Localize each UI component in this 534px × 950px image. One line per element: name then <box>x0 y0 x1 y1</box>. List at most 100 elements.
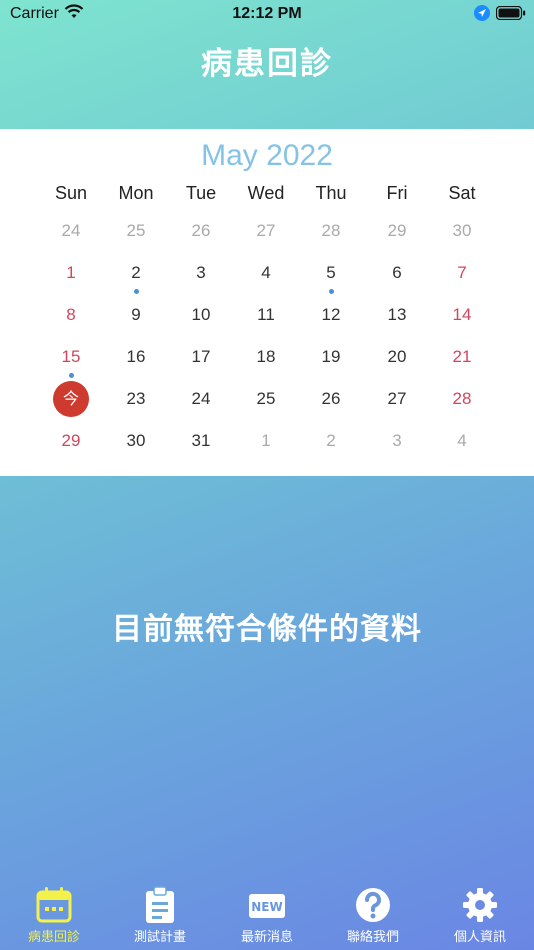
day-number: 30 <box>452 221 472 240</box>
day-number: 8 <box>66 305 76 324</box>
calendar-day[interactable]: 30 <box>442 213 482 249</box>
calendar-day[interactable]: 7 <box>442 255 482 291</box>
calendar-day[interactable]: 15 <box>51 339 91 378</box>
calendar-day[interactable]: 29 <box>377 213 417 249</box>
calendar-day[interactable]: 24 <box>181 381 221 417</box>
day-number: 20 <box>387 347 407 366</box>
calendar: May 2022 Sun Mon Tue Wed Thu Fri Sat 24 25 26 27 2… <box>0 129 534 476</box>
calendar-day[interactable]: 14 <box>442 297 482 333</box>
calendar-day[interactable]: 1 <box>51 255 91 291</box>
day-number: 23 <box>126 389 146 408</box>
calendar-day[interactable]: 26 <box>181 213 221 249</box>
day-number: 26 <box>191 221 211 240</box>
calendar-day[interactable]: 19 <box>311 339 351 375</box>
calendar-icon <box>14 886 94 924</box>
day-number: 29 <box>387 221 407 240</box>
calendar-day[interactable]: 28 <box>442 381 482 417</box>
month-title[interactable]: May 2022 <box>0 139 534 173</box>
calendar-day[interactable]: 5 <box>311 255 351 294</box>
calendar-day[interactable]: 2 <box>116 255 156 294</box>
weekday-label: Sat <box>448 183 476 203</box>
day-number: 24 <box>61 221 81 240</box>
tab-label: 最新消息 <box>240 930 293 945</box>
calendar-day[interactable]: 16 <box>116 339 156 375</box>
day-number: 17 <box>191 347 211 366</box>
event-dot <box>329 289 334 294</box>
tab-latest-news[interactable]: NEW 最新消息 <box>227 886 307 945</box>
day-number: 12 <box>321 305 341 324</box>
day-number: 7 <box>457 263 467 282</box>
day-number: 11 <box>257 305 275 324</box>
tab-contact-us[interactable]: 聯絡我們 <box>333 886 413 945</box>
calendar-day[interactable]: 29 <box>51 423 91 459</box>
calendar-day[interactable]: 24 <box>51 213 91 249</box>
tab-test-plan[interactable]: 測試計畫 <box>120 886 200 945</box>
calendar-day[interactable]: 11 <box>246 297 286 333</box>
calendar-day[interactable]: 23 <box>116 381 156 417</box>
weekday-label: Tue <box>185 183 217 203</box>
day-number: 1 <box>261 431 271 450</box>
day-number: 26 <box>321 389 341 408</box>
calendar-day[interactable]: 27 <box>246 213 286 249</box>
tab-patient-followup[interactable]: 病患回診 <box>14 886 94 945</box>
day-number: 6 <box>392 263 402 282</box>
calendar-day[interactable]: 26 <box>311 381 351 417</box>
calendar-day[interactable]: 8 <box>51 297 91 333</box>
day-number: 18 <box>256 347 276 366</box>
day-number: 27 <box>387 389 407 408</box>
page-title: 病患回診 <box>201 46 333 82</box>
calendar-day[interactable]: 31 <box>181 423 221 459</box>
calendar-day[interactable]: 28 <box>311 213 351 249</box>
tab-personal-info[interactable]: 個人資訊 <box>440 886 520 945</box>
clock: 12:12 PM <box>232 5 302 22</box>
tab-bar: 病患回診 測試計畫 NEW 最新消息 聯絡我們 個人資訊 <box>0 886 534 950</box>
day-number: 25 <box>126 221 146 240</box>
day-number: 10 <box>191 305 211 324</box>
calendar-day[interactable]: 17 <box>181 339 221 375</box>
calendar-day[interactable]: 4 <box>442 423 482 459</box>
day-number: 29 <box>61 431 81 450</box>
tab-label: 個人資訊 <box>453 930 506 945</box>
calendar-day[interactable]: 1 <box>246 423 286 459</box>
day-number: 2 <box>131 263 141 282</box>
calendar-day[interactable]: 18 <box>246 339 286 375</box>
day-number: 2 <box>326 431 336 450</box>
calendar-day[interactable]: 3 <box>181 255 221 291</box>
gear-icon <box>440 886 520 924</box>
day-number: 24 <box>191 389 211 408</box>
calendar-day[interactable]: 21 <box>442 339 482 375</box>
today-marker: 今 <box>53 381 89 417</box>
day-number: 31 <box>191 431 211 450</box>
new-badge-text: NEW <box>251 900 282 914</box>
calendar-day[interactable]: 9 <box>116 297 156 333</box>
day-number: 30 <box>126 431 146 450</box>
calendar-day[interactable]: 25 <box>116 213 156 249</box>
event-dot <box>69 373 74 378</box>
calendar-day[interactable]: 25 <box>246 381 286 417</box>
event-dot <box>134 289 139 294</box>
tab-label: 病患回診 <box>27 930 80 945</box>
calendar-day[interactable]: 13 <box>377 297 417 333</box>
weekday-label: Thu <box>315 183 347 203</box>
calendar-day[interactable]: 30 <box>116 423 156 459</box>
day-number: 15 <box>61 347 81 366</box>
day-number: 19 <box>321 347 341 366</box>
tab-label: 測試計畫 <box>133 930 186 945</box>
calendar-day[interactable]: 3 <box>377 423 417 459</box>
clipboard-icon <box>120 886 200 924</box>
day-number: 3 <box>196 263 206 282</box>
calendar-day[interactable]: 6 <box>377 255 417 291</box>
calendar-day[interactable]: 4 <box>246 255 286 291</box>
calendar-day[interactable]: 20 <box>377 339 417 375</box>
weekday-label: Mon <box>118 183 154 203</box>
calendar-day[interactable]: 12 <box>311 297 351 333</box>
day-number: 16 <box>126 347 146 366</box>
calendar-day[interactable]: 10 <box>181 297 221 333</box>
calendar-day[interactable]: 27 <box>377 381 417 417</box>
day-number: 14 <box>452 305 472 324</box>
question-icon <box>333 886 413 924</box>
calendar-day-today[interactable]: 今 <box>51 381 91 417</box>
day-number: 4 <box>261 263 271 282</box>
calendar-day[interactable]: 2 <box>311 423 351 459</box>
location-icon <box>474 5 490 26</box>
